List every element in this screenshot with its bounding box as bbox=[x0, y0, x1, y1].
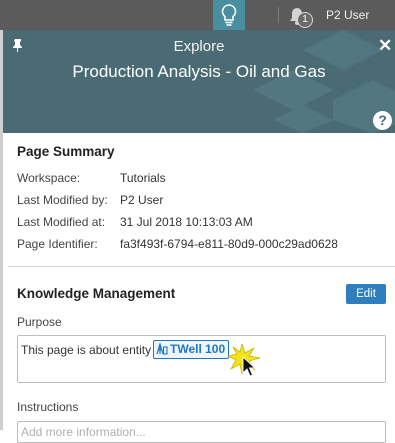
page-identifier-value: fa3f493f-6794-e811-80d9-000c29ad0628 bbox=[120, 237, 338, 251]
section-divider bbox=[8, 266, 395, 267]
help-button[interactable]: ? bbox=[373, 111, 392, 130]
top-bar: 1 P2 User bbox=[0, 0, 395, 30]
lightbulb-button[interactable] bbox=[213, 0, 245, 30]
edit-button[interactable]: Edit bbox=[346, 284, 386, 304]
page-identifier-label: Page Identifier: bbox=[17, 237, 98, 251]
last-modified-at-value: 31 Jul 2018 10:13:03 AM bbox=[120, 215, 253, 229]
toolbar-divider bbox=[278, 7, 279, 23]
page-title: Production Analysis - Oil and Gas bbox=[72, 62, 326, 81]
instructions-label: Instructions bbox=[17, 400, 79, 414]
page-summary-title: Page Summary bbox=[17, 144, 115, 159]
workspace-value: Tutorials bbox=[120, 171, 166, 185]
knowledge-management-title: Knowledge Management bbox=[17, 286, 176, 301]
purpose-label: Purpose bbox=[17, 315, 62, 329]
notification-count-badge: 1 bbox=[297, 12, 313, 28]
last-modified-by-label: Last Modified by: bbox=[17, 193, 108, 207]
last-modified-at-label: Last Modified at: bbox=[17, 215, 106, 229]
lightbulb-icon bbox=[221, 4, 237, 26]
header-subtitle: Explore bbox=[173, 38, 225, 55]
entity-link-label: TWell 100 bbox=[170, 342, 226, 356]
entity-link-twell-100[interactable]: TWell 100 bbox=[153, 340, 230, 359]
click-highlight-cursor-icon bbox=[228, 344, 261, 377]
purpose-text: This page is about entity bbox=[21, 343, 152, 357]
instructions-placeholder: Add more information... bbox=[21, 425, 146, 439]
last-modified-by-value: P2 User bbox=[120, 193, 164, 207]
well-entity-icon bbox=[156, 341, 168, 355]
instructions-field[interactable]: Add more information... bbox=[17, 421, 386, 443]
explore-header: ✕ Explore Production Analysis - Oil and … bbox=[3, 30, 395, 133]
purpose-field[interactable]: This page is about entity TWell 100 bbox=[17, 335, 386, 383]
workspace-label: Workspace: bbox=[17, 171, 81, 185]
user-menu[interactable]: P2 User bbox=[326, 8, 369, 22]
